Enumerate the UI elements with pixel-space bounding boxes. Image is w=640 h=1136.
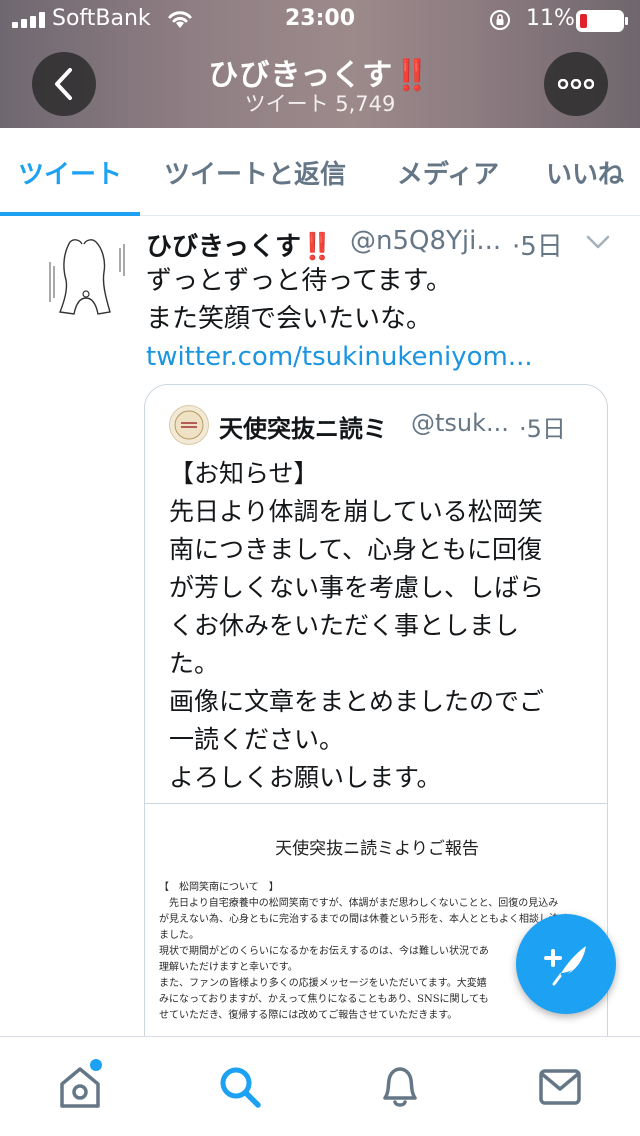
- more-options-button[interactable]: [544, 52, 608, 116]
- quote-text-line: よろしくお願いします。: [169, 763, 442, 792]
- status-bar: SoftBank 23:00 11%: [0, 0, 640, 40]
- tweet-link[interactable]: twitter.com/tsukinukeniyom...: [146, 338, 616, 376]
- quote-author-handle: @tsuk...: [411, 409, 509, 437]
- tab-likes[interactable]: いいね: [530, 128, 640, 216]
- tweet-count: ツイート 5,749: [244, 92, 396, 116]
- tweet-text: ずっとずっと待ってます。 また笑顔で会いたいな。: [146, 262, 616, 338]
- profile-header: SoftBank 23:00 11% ひびきっくす‼️ ツイート 5,749: [0, 0, 640, 128]
- document-line: 【 松岡笑南について 】: [159, 882, 279, 893]
- double-exclamation-emoji: ‼️: [300, 232, 334, 262]
- quote-text: 【お知らせ】 先日より体調を崩している松岡笑 南につきまして、心身ともに回復 が…: [169, 455, 589, 797]
- tweet[interactable]: ひびきっくす‼️ @n5Q8Yji... ·5日 ずっとずっと待ってます。 また…: [0, 216, 640, 1036]
- more-horizontal-icon: [558, 79, 594, 89]
- nav-search[interactable]: [212, 1059, 268, 1115]
- document-line: 先日より自宅療養中の松岡笑南ですが、体調がまだ思わしくないことと、回復の見込み: [159, 898, 559, 909]
- document-line: せていただき、復帰する際には改めてご報告させていただきます。: [159, 1010, 458, 1021]
- quote-text-line: くお休みをいただく事としまし: [169, 611, 520, 640]
- nav-notifications[interactable]: [372, 1059, 428, 1115]
- quote-text-line: た。: [169, 649, 220, 678]
- rotation-lock-icon: [490, 10, 510, 30]
- avatar[interactable]: [40, 232, 130, 328]
- quote-text-line: 画像に文章をまとめましたのでご: [169, 687, 545, 716]
- profile-tabs: ツイート ツイートと返信 メディア いいね: [0, 128, 640, 216]
- quote-text-line: 【お知らせ】: [169, 459, 319, 488]
- bottom-navigation: [0, 1036, 640, 1136]
- tweet-text-line: ずっとずっと待ってます。: [146, 266, 453, 296]
- logo-icon: [174, 410, 204, 440]
- search-icon: [220, 1067, 261, 1108]
- nav-messages[interactable]: [532, 1059, 588, 1115]
- quote-text-line: 一読ください。: [169, 725, 345, 754]
- battery-icon: [576, 10, 628, 32]
- compose-tweet-button[interactable]: [516, 914, 616, 1014]
- compose-tweet-icon: [544, 946, 586, 986]
- author-name-text: ひびきっくす: [146, 232, 301, 262]
- quote-timestamp: ·5日: [519, 415, 566, 443]
- chevron-down-icon[interactable]: [586, 234, 610, 250]
- tab-tweets[interactable]: ツイート: [0, 128, 140, 216]
- quote-text-line: が芳しくない事を考慮し、しばら: [169, 573, 545, 602]
- tab-tweets-and-replies[interactable]: ツイートと返信: [150, 128, 360, 216]
- quote-text-line: 南につきまして、心身ともに回復: [169, 535, 543, 564]
- tweet-header: ひびきっくす‼️ @n5Q8Yji... ·5日: [146, 226, 626, 266]
- tweet-timestamp: ·5日: [512, 232, 563, 262]
- quote-text-line: 先日より体調を崩している松岡笑: [169, 497, 543, 526]
- tweet-text-line: また笑顔で会いたいな。: [146, 304, 433, 334]
- notifications-icon: [383, 1067, 417, 1107]
- tab-media[interactable]: メディア: [380, 128, 516, 216]
- document-title: 天使突抜ニ読ミよりご報告: [275, 839, 479, 859]
- quote-avatar: [169, 405, 209, 445]
- battery-percent: 11%: [526, 6, 575, 31]
- author-name[interactable]: ひびきっくす‼️: [146, 226, 333, 263]
- author-handle[interactable]: @n5Q8Yji...: [350, 226, 501, 256]
- new-content-dot: [90, 1059, 102, 1071]
- messages-icon: [539, 1069, 581, 1105]
- quote-author-name: 天使突抜ニ読ミ: [219, 415, 387, 443]
